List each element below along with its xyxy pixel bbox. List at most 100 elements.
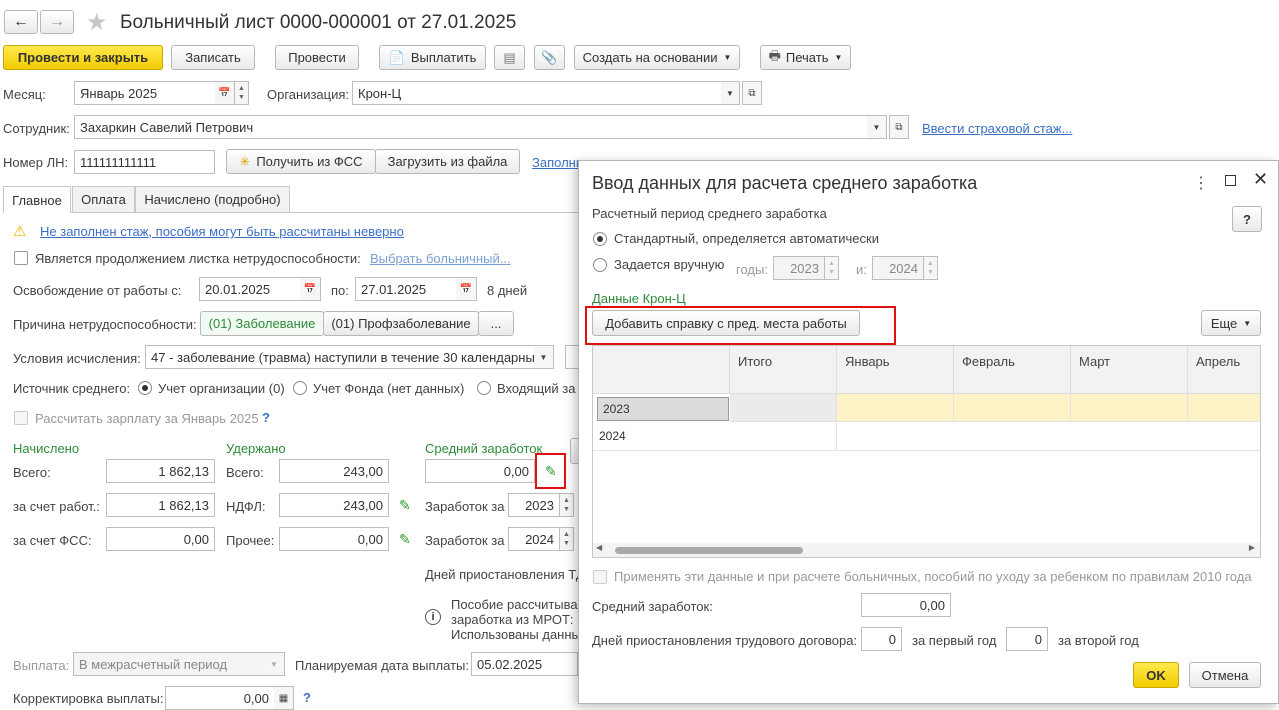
susp-first-field[interactable]: 0: [861, 627, 902, 651]
ndfl-field[interactable]: 243,00: [279, 493, 389, 517]
month-field[interactable]: Январь 2025: [74, 81, 216, 105]
source-org-radio[interactable]: [138, 381, 152, 395]
table-row-2023-year[interactable]: 2023: [597, 397, 729, 421]
fss-field[interactable]: 0,00: [106, 527, 215, 551]
back-button[interactable]: ←: [4, 10, 38, 34]
month-stepper[interactable]: ▲ ▼: [235, 81, 249, 105]
pay-button[interactable]: 📄 Выплатить: [379, 45, 486, 70]
period-label: Расчетный период среднего заработка: [592, 206, 827, 221]
dialog-maximize-icon[interactable]: [1225, 175, 1236, 186]
source-fund-radio[interactable]: [293, 381, 307, 395]
continuation-link[interactable]: Выбрать больничный...: [370, 251, 511, 266]
earnings-table[interactable]: Итого Январь Февраль Март Апрель 2023 20…: [592, 345, 1261, 558]
employee-open-icon[interactable]: ⧉: [889, 115, 909, 139]
warning-link[interactable]: Не заполнен стаж, пособия могут быть рас…: [40, 224, 404, 239]
correction-help[interactable]: ?: [303, 690, 311, 705]
print-button[interactable]: 🖶 Печать ▼: [760, 45, 851, 70]
more-button[interactable]: Еще ▼: [1201, 310, 1261, 336]
load-file-button[interactable]: Загрузить из файла: [375, 149, 520, 174]
conditions-field[interactable]: 47 - заболевание (травма) наступили в те…: [145, 345, 535, 369]
table-row-2023-apr[interactable]: [1188, 394, 1260, 422]
journal-button[interactable]: ▤: [494, 45, 525, 70]
employer-field[interactable]: 1 862,13: [106, 493, 215, 517]
calc-salary-checkbox[interactable]: [14, 411, 28, 425]
table-row-2023-feb[interactable]: [954, 394, 1071, 422]
reason-more-button[interactable]: ...: [478, 311, 514, 336]
table-header-january: Январь: [837, 346, 954, 394]
other-field[interactable]: 0,00: [279, 527, 389, 551]
fss-icon: ✳: [239, 153, 251, 169]
scroll-thumb[interactable]: [615, 547, 803, 554]
year-a-field[interactable]: 2023: [773, 256, 825, 280]
save-button[interactable]: Записать: [171, 45, 255, 70]
calc-salary-help[interactable]: ?: [262, 410, 270, 425]
table-row-2023-mar[interactable]: [1071, 394, 1188, 422]
calendar-icon[interactable]: 📅: [215, 81, 235, 105]
warning-icon: ⚠: [13, 223, 27, 240]
correction-field[interactable]: 0,00: [165, 686, 275, 710]
favorite-star-icon[interactable]: ★: [86, 8, 108, 37]
edit-other-pencil-icon[interactable]: ✎: [399, 531, 411, 548]
dialog-close-icon[interactable]: ✕: [1253, 169, 1268, 190]
post-button[interactable]: Провести: [275, 45, 359, 70]
calculator-icon[interactable]: ▦: [274, 686, 294, 710]
org-open-icon[interactable]: ⧉: [742, 81, 762, 105]
year-b-stepper[interactable]: ▲ ▼: [924, 256, 938, 280]
period-manual-radio[interactable]: [593, 258, 607, 272]
accrued-total-field[interactable]: 1 862,13: [106, 459, 215, 483]
reason-disease-button[interactable]: (01) Заболевание: [200, 311, 324, 336]
insurance-link[interactable]: Ввести страховой стаж...: [922, 121, 1072, 136]
attach-button[interactable]: 📎: [534, 45, 565, 70]
org-field[interactable]: Крон-Ц: [352, 81, 722, 105]
release-from-field[interactable]: 20.01.2025: [199, 277, 301, 301]
source-incoming-radio[interactable]: [477, 381, 491, 395]
cancel-button[interactable]: Отмена: [1189, 662, 1261, 688]
table-scrollbar[interactable]: ◀ ▶: [593, 543, 1260, 557]
susp-label: Дней приостановления трудового договора:: [592, 633, 858, 648]
apply-checkbox[interactable]: [593, 570, 607, 584]
conditions-dropdown-icon[interactable]: ▼: [534, 345, 554, 369]
get-fss-button[interactable]: ✳ Получить из ФСС: [226, 149, 376, 174]
planned-date-field[interactable]: 05.02.2025: [471, 652, 578, 676]
ln-field[interactable]: 111111111111: [74, 150, 215, 174]
ok-button[interactable]: OK: [1133, 662, 1179, 688]
tab-main[interactable]: Главное: [3, 186, 71, 213]
earn-year2-field[interactable]: 2024: [508, 527, 560, 551]
org-dropdown-icon[interactable]: ▼: [721, 81, 740, 105]
withheld-total-field[interactable]: 243,00: [279, 459, 389, 483]
year-b-field[interactable]: 2024: [872, 256, 924, 280]
year2-stepper[interactable]: ▲ ▼: [560, 527, 574, 551]
payout-dropdown-icon[interactable]: ▼: [264, 652, 285, 676]
create-based-button[interactable]: Создать на основании ▼: [574, 45, 740, 70]
table-row-2024-rest[interactable]: [837, 423, 1260, 451]
dialog-avg-field[interactable]: 0,00: [861, 593, 951, 617]
year-a-stepper[interactable]: ▲ ▼: [825, 256, 839, 280]
tab-accrued-detail[interactable]: Начислено (подробно): [135, 186, 290, 212]
edit-ndfl-pencil-icon[interactable]: ✎: [399, 497, 411, 514]
table-row-2023-jan[interactable]: [837, 394, 954, 422]
fill-link[interactable]: Заполни: [532, 155, 583, 170]
post-and-close-button[interactable]: Провести и закрыть: [3, 45, 163, 70]
dialog-help-button[interactable]: ?: [1232, 206, 1262, 232]
calendar-icon[interactable]: 📅: [300, 277, 321, 301]
release-to-field[interactable]: 27.01.2025: [355, 277, 457, 301]
dialog-more-icon[interactable]: ⋮: [1193, 173, 1209, 193]
scroll-right-icon[interactable]: ▶: [1249, 543, 1255, 552]
reason-occupational-button[interactable]: (01) Профзаболевание: [323, 311, 479, 336]
employee-field[interactable]: Захаркин Савелий Петрович: [74, 115, 868, 139]
scroll-left-icon[interactable]: ◀: [596, 543, 602, 552]
calendar-icon[interactable]: 📅: [456, 277, 477, 301]
earn-year1-field[interactable]: 2023: [508, 493, 560, 517]
forward-button[interactable]: →: [40, 10, 74, 34]
year1-stepper[interactable]: ▲ ▼: [560, 493, 574, 517]
susp-second-field[interactable]: 0: [1006, 627, 1048, 651]
continuation-checkbox[interactable]: [14, 251, 28, 265]
tab-payment[interactable]: Оплата: [72, 186, 135, 212]
avg-earnings-field[interactable]: 0,00: [425, 459, 535, 483]
payout-field[interactable]: В межрасчетный период: [73, 652, 265, 676]
table-row-2023-total[interactable]: [730, 394, 837, 422]
period-standard-radio[interactable]: [593, 232, 607, 246]
employee-dropdown-icon[interactable]: ▼: [867, 115, 887, 139]
more-label: Еще: [1210, 315, 1238, 331]
table-row-2024-year[interactable]: 2024: [593, 423, 837, 451]
